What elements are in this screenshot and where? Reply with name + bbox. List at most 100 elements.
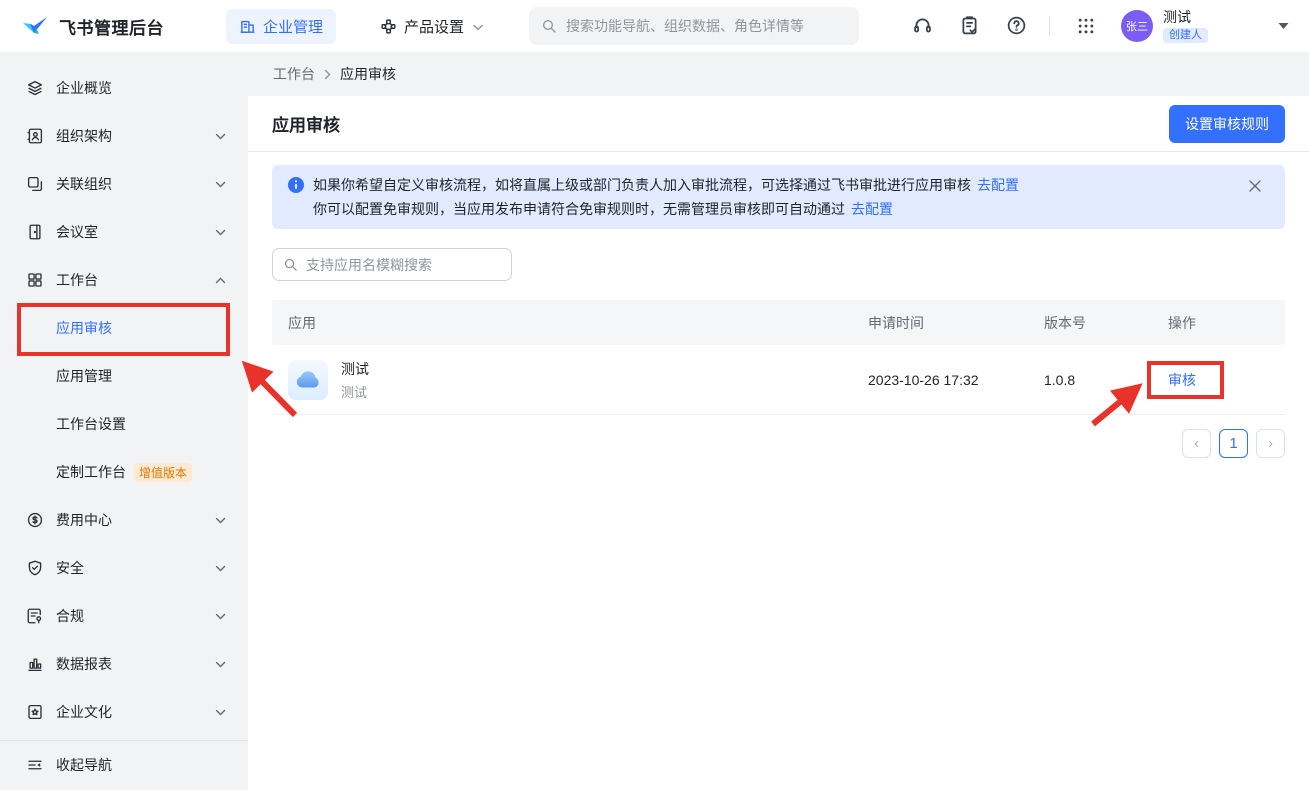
banner-line2-text: 你可以配置免审规则，当应用发布申请符合免审规则时，无需管理员审核即可自动通过 [313, 201, 845, 217]
sidebar-item-app-management[interactable]: 应用管理 [0, 352, 248, 400]
sidebar-item-company-culture[interactable]: 企业文化 [0, 688, 248, 736]
sidebar-item-label: 会议室 [56, 222, 98, 242]
star-badge-icon [26, 703, 44, 721]
column-header-apply-time: 申请时间 [868, 313, 1044, 333]
app-cloud-icon [288, 360, 328, 400]
bar-chart-icon [26, 655, 44, 673]
global-search[interactable] [529, 7, 859, 45]
table-row: 测试 测试 2023-10-26 17:32 1.0.8 审核 [272, 345, 1285, 415]
page-title: 应用审核 [272, 111, 340, 136]
sidebar-item-custom-workbench[interactable]: 定制工作台 增值版本 [0, 448, 248, 496]
chevron-down-icon [215, 613, 226, 620]
info-banner: 如果你希望自定义审核流程，如将直属上级或部门负责人加入审批流程，可选择通过飞书审… [272, 165, 1285, 229]
compliance-doc-icon [26, 607, 44, 625]
search-icon [283, 257, 298, 272]
chevron-up-icon [215, 277, 226, 284]
nav-product-label: 产品设置 [404, 16, 464, 37]
app-text: 测试 测试 [341, 359, 369, 401]
sidebar-item-compliance[interactable]: 合规 [0, 592, 248, 640]
page-number-button[interactable]: 1 [1219, 429, 1248, 458]
page-card: 应用审核 设置审核规则 如果你希望自定义审核流程，如将直属上级或部门负责人加入审… [248, 96, 1309, 790]
sidebar-item-label: 费用中心 [56, 510, 112, 530]
collapse-nav-icon [26, 756, 44, 774]
sidebar-item-label: 数据报表 [56, 654, 112, 674]
main-content: 工作台 应用审核 应用审核 设置审核规则 [248, 52, 1309, 790]
sidebar-item-label: 应用管理 [56, 366, 112, 386]
sidebar-item-label: 组织架构 [56, 126, 112, 146]
sidebar-item-meeting-rooms[interactable]: 会议室 [0, 208, 248, 256]
banner-line1-config-link[interactable]: 去配置 [977, 177, 1019, 193]
sidebar-item-label: 工作台 [56, 270, 98, 290]
apps-grid-icon[interactable] [1075, 15, 1097, 37]
nav-enterprise-label: 企业管理 [263, 16, 323, 37]
sidebar-item-security[interactable]: 安全 [0, 544, 248, 592]
app-filter-search[interactable] [272, 248, 512, 281]
org-book-icon [26, 127, 44, 145]
breadcrumb-parent[interactable]: 工作台 [273, 64, 315, 84]
sidebar-item-label: 合规 [56, 606, 84, 626]
header-actions: 张三 测试 创建人 [886, 9, 1289, 44]
sidebar-item-workbench-settings[interactable]: 工作台设置 [0, 400, 248, 448]
version-value: 1.0.8 [1044, 372, 1168, 388]
nav-enterprise-admin[interactable]: 企业管理 [226, 9, 336, 44]
sidebar-item-label: 定制工作台 [56, 462, 126, 482]
banner-line2-config-link[interactable]: 去配置 [851, 201, 893, 217]
door-icon [26, 223, 44, 241]
help-question-icon[interactable] [1005, 15, 1027, 37]
column-header-version: 版本号 [1044, 313, 1168, 333]
audit-log-clipboard-icon[interactable] [958, 15, 980, 37]
next-page-button[interactable]: › [1256, 429, 1285, 458]
chevron-down-icon [215, 133, 226, 140]
chevron-down-icon [215, 661, 226, 668]
app-filter-input[interactable] [306, 257, 501, 273]
sidebar-item-label: 应用审核 [56, 318, 112, 338]
column-header-app: 应用 [288, 313, 868, 333]
user-org-name: 测试 [1163, 9, 1208, 26]
support-headset-icon[interactable] [911, 15, 933, 37]
sidebar-item-enterprise-overview[interactable]: 企业概览 [0, 64, 248, 112]
layers-icon [26, 79, 44, 97]
app-description: 测试 [341, 382, 369, 401]
chevron-down-icon [215, 709, 226, 716]
info-banner-text: 如果你希望自定义审核流程，如将直属上级或部门负责人加入审批流程，可选择通过飞书审… [313, 173, 1019, 221]
page-title-row: 应用审核 设置审核规则 [248, 96, 1309, 152]
user-role-badge: 创建人 [1163, 28, 1208, 43]
apply-time-value: 2023-10-26 17:32 [868, 372, 1044, 388]
workbench-grid-icon [26, 271, 44, 289]
breadcrumb-current: 应用审核 [340, 64, 396, 84]
app-cell: 测试 测试 [288, 359, 868, 401]
sidebar-item-org-structure[interactable]: 组织架构 [0, 112, 248, 160]
top-header: 飞书管理后台 企业管理 产品设置 [0, 0, 1309, 52]
breadcrumb: 工作台 应用审核 [248, 52, 1309, 96]
prev-page-button[interactable]: ‹ [1182, 429, 1211, 458]
banner-close-icon[interactable] [1247, 178, 1263, 194]
chevron-down-icon [215, 229, 226, 236]
avatar[interactable]: 张三 [1121, 10, 1153, 42]
shield-check-icon [26, 559, 44, 577]
sidebar-item-linked-orgs[interactable]: 关联组织 [0, 160, 248, 208]
review-action-link[interactable]: 审核 [1168, 370, 1269, 390]
feishu-admin-console: 飞书管理后台 企业管理 产品设置 [0, 0, 1309, 790]
sidebar-item-billing-center[interactable]: 费用中心 [0, 496, 248, 544]
sidebar-item-app-review[interactable]: 应用审核 [0, 304, 248, 352]
app-logo[interactable]: 飞书管理后台 [20, 11, 164, 41]
sidebar-item-label: 安全 [56, 558, 84, 578]
pagination: ‹ 1 › [272, 429, 1285, 458]
sidebar-item-data-reports[interactable]: 数据报表 [0, 640, 248, 688]
user-info[interactable]: 测试 创建人 [1163, 9, 1208, 44]
product-settings-icon [380, 18, 397, 35]
breadcrumb-separator-icon [324, 69, 331, 80]
collapse-nav-label: 收起导航 [56, 755, 112, 775]
page-content: 如果你希望自定义审核流程，如将直属上级或部门负责人加入审批流程，可选择通过飞书审… [248, 152, 1309, 790]
banner-line1-text: 如果你希望自定义审核流程，如将直属上级或部门负责人加入审批流程，可选择通过飞书审… [313, 177, 971, 193]
collapse-nav-button[interactable]: 收起导航 [0, 741, 248, 789]
global-search-input[interactable] [566, 18, 847, 34]
premium-version-badge: 增值版本 [134, 463, 192, 482]
user-menu-caret-icon[interactable] [1278, 22, 1289, 30]
app-name: 测试 [341, 359, 369, 379]
set-review-rules-button[interactable]: 设置审核规则 [1169, 105, 1285, 143]
chevron-down-icon [473, 18, 483, 35]
sidebar: 企业概览 组织架构 关联组织 会议室 [0, 52, 248, 790]
nav-product-settings[interactable]: 产品设置 [380, 16, 483, 37]
sidebar-item-workbench[interactable]: 工作台 [0, 256, 248, 304]
